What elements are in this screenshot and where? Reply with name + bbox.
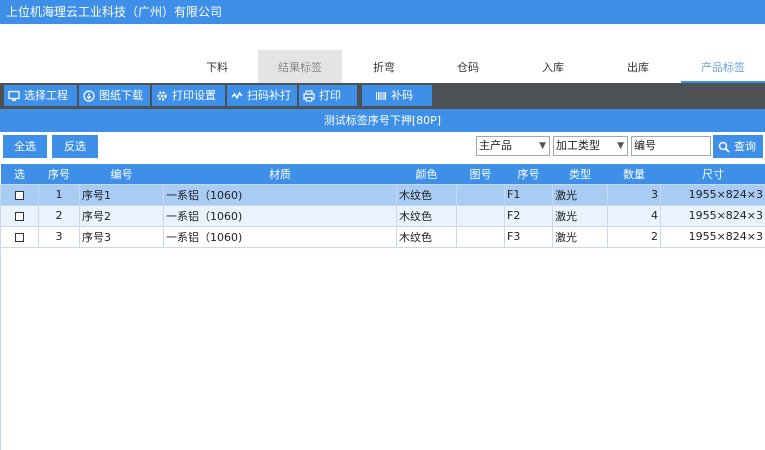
tab-bar: 下料 结果标签 折弯 仓码 入库 出库 产品标签 bbox=[0, 50, 765, 83]
cell-size: 1955×824×3 bbox=[660, 183, 765, 206]
scan-reprint-label: 扫码补打 bbox=[247, 89, 291, 102]
col-header-type: 类型 bbox=[569, 167, 591, 181]
print-label: 打印 bbox=[319, 89, 341, 102]
col-header-code: 编号 bbox=[110, 167, 133, 181]
cell-qty: 2 bbox=[607, 225, 661, 248]
process-type-select-value: 加工类型 bbox=[556, 139, 600, 152]
chevron-down-icon: ▼ bbox=[539, 141, 546, 151]
print-button[interactable]: 打印 bbox=[299, 85, 357, 106]
col-header-drawing: 图号 bbox=[469, 167, 492, 181]
tab-product-label[interactable]: 产品标签 bbox=[681, 50, 765, 83]
download-drawing-button[interactable]: 图纸下载 bbox=[79, 85, 150, 106]
query-button[interactable]: 查询 bbox=[713, 135, 763, 158]
select-project-label: 选择工程 bbox=[24, 89, 68, 102]
number-input[interactable]: 编号 bbox=[631, 136, 711, 156]
row-checkbox-cell[interactable] bbox=[0, 225, 39, 248]
col-header-select: 选 bbox=[14, 167, 25, 181]
table-row[interactable]: 2 序号2 一系铝（1060) 木纹色 F2 激光 4 1955×824×3 bbox=[0, 204, 765, 227]
tab-blanking[interactable]: 下料 bbox=[177, 50, 257, 83]
cell-material: 一系铝（1060) bbox=[163, 183, 397, 206]
cell-size: 1955×824×3 bbox=[660, 225, 765, 248]
cell-color: 木纹色 bbox=[396, 183, 457, 206]
download-icon bbox=[83, 89, 95, 102]
print-settings-label: 打印设置 bbox=[172, 89, 216, 102]
cell-drawing bbox=[456, 225, 505, 248]
tab-stock-in[interactable]: 入库 bbox=[511, 50, 595, 83]
col-header-material: 材质 bbox=[269, 167, 291, 181]
monitor-icon bbox=[8, 90, 20, 101]
filter-bar: 全选 反选 主产品 ▼ 加工类型 ▼ 编号 查询 bbox=[0, 132, 765, 162]
scan-icon bbox=[231, 91, 243, 100]
cell-type: 激光 bbox=[552, 225, 608, 248]
cell-index: 1 bbox=[38, 183, 80, 206]
col-header-size: 尺寸 bbox=[702, 167, 724, 181]
table-header-row: 选 序号 编号 材质 颜色 图号 序号 类型 数量 尺寸 bbox=[0, 164, 765, 184]
row-checkbox[interactable] bbox=[15, 211, 24, 221]
col-header-color: 颜色 bbox=[415, 167, 438, 181]
table-row[interactable]: 3 序号3 一系铝（1060) 木纹色 F3 激光 2 1955×824×3 bbox=[0, 225, 765, 248]
select-project-button[interactable]: 选择工程 bbox=[4, 85, 77, 106]
cell-code: 序号1 bbox=[79, 183, 164, 206]
cell-qty: 4 bbox=[607, 204, 661, 227]
cell-material: 一系铝（1060) bbox=[163, 225, 397, 248]
app-window: 上位机海理云工业科技（广州）有限公司 下料 结果标签 折弯 仓码 入库 出库 产… bbox=[0, 0, 765, 450]
row-checkbox-cell[interactable] bbox=[0, 204, 39, 227]
window-title: 上位机海理云工业科技（广州）有限公司 bbox=[0, 0, 765, 24]
printer-icon bbox=[303, 89, 315, 102]
cell-serial: F3 bbox=[504, 225, 553, 248]
tab-result-label[interactable]: 结果标签 bbox=[258, 50, 342, 83]
cell-index: 2 bbox=[38, 204, 80, 227]
page-subtitle: 测试标签序号下押[80P] bbox=[0, 109, 765, 132]
left-border bbox=[0, 248, 1, 450]
cell-serial: F1 bbox=[504, 183, 553, 206]
select-all-button[interactable]: 全选 bbox=[3, 135, 47, 158]
print-settings-button[interactable]: 打印设置 bbox=[152, 85, 225, 106]
cell-code: 序号3 bbox=[79, 225, 164, 248]
row-checkbox[interactable] bbox=[15, 190, 24, 200]
row-checkbox[interactable] bbox=[15, 232, 24, 242]
cell-type: 激光 bbox=[552, 204, 608, 227]
cell-size: 1955×824×3 bbox=[660, 204, 765, 227]
reprint-code-label: 补码 bbox=[391, 89, 413, 102]
reprint-code-button[interactable]: 补码 bbox=[362, 85, 432, 106]
col-header-index: 序号 bbox=[48, 167, 70, 181]
tab-stock-out[interactable]: 出库 bbox=[596, 50, 680, 83]
cell-index: 3 bbox=[38, 225, 80, 248]
cell-color: 木纹色 bbox=[396, 225, 457, 248]
cell-qty: 3 bbox=[607, 183, 661, 206]
product-select-value: 主产品 bbox=[479, 139, 512, 152]
chevron-down-icon: ▼ bbox=[617, 141, 624, 151]
table-row[interactable]: 1 序号1 一系铝（1060) 木纹色 F1 激光 3 1955×824×3 bbox=[0, 183, 765, 206]
tab-bending[interactable]: 折弯 bbox=[343, 50, 425, 83]
query-label: 查询 bbox=[734, 140, 756, 153]
invert-select-button[interactable]: 反选 bbox=[52, 135, 98, 158]
cell-serial: F2 bbox=[504, 204, 553, 227]
col-header-serial: 序号 bbox=[517, 167, 540, 181]
scan-reprint-button[interactable]: 扫码补打 bbox=[227, 85, 297, 106]
cell-color: 木纹色 bbox=[396, 204, 457, 227]
tab-code[interactable]: 仓码 bbox=[426, 50, 510, 83]
product-table: 选 序号 编号 材质 颜色 图号 序号 类型 数量 尺寸 1 序号1 一系铝（1… bbox=[0, 164, 765, 248]
row-checkbox-cell[interactable] bbox=[0, 183, 39, 206]
barcode-icon bbox=[376, 91, 386, 100]
col-header-qty: 数量 bbox=[623, 167, 645, 181]
toolbar: 选择工程 图纸下载 打印设置 扫码补打 打印 补码 bbox=[0, 83, 765, 109]
cell-type: 激光 bbox=[552, 183, 608, 206]
cell-drawing bbox=[456, 183, 505, 206]
cell-code: 序号2 bbox=[79, 204, 164, 227]
cell-material: 一系铝（1060) bbox=[163, 204, 397, 227]
download-drawing-label: 图纸下载 bbox=[99, 89, 143, 102]
gear-icon bbox=[157, 90, 167, 101]
process-type-select[interactable]: 加工类型 ▼ bbox=[553, 136, 628, 156]
cell-drawing bbox=[456, 204, 505, 227]
search-icon bbox=[718, 141, 730, 153]
product-select[interactable]: 主产品 ▼ bbox=[476, 136, 550, 156]
